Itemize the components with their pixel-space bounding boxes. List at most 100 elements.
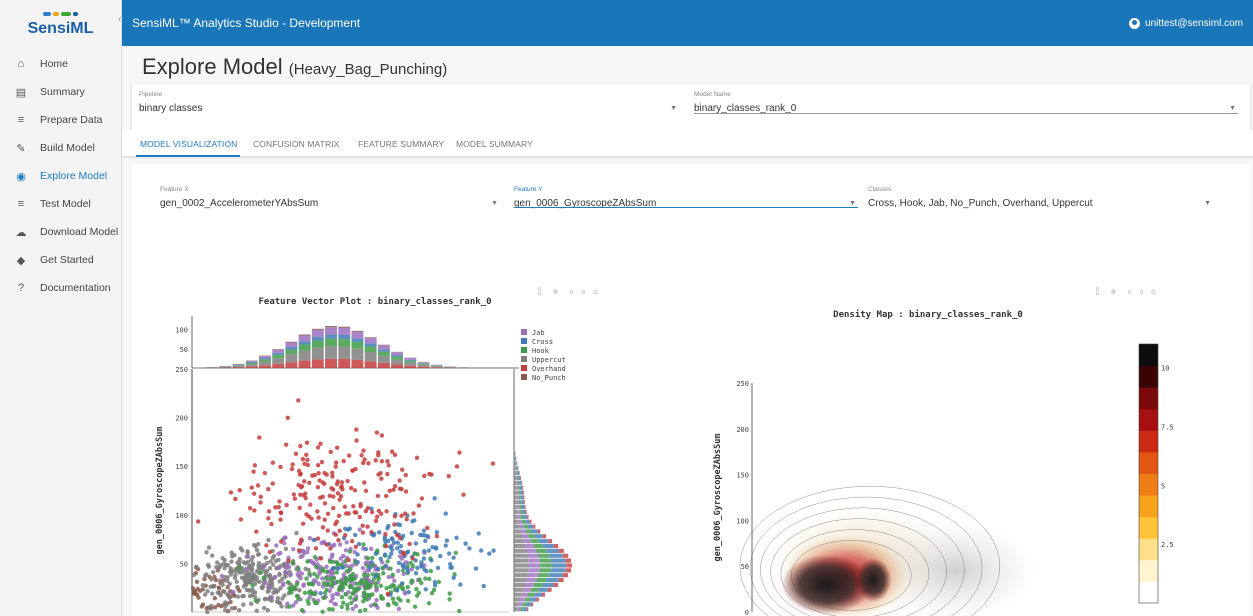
sidebar-item-test-model[interactable]: ≡ Test Model — [0, 190, 121, 218]
legend-label[interactable]: Cross — [532, 338, 553, 346]
side-hist-bar — [516, 500, 519, 505]
tab-confusion-matrix[interactable]: CONFUSION MATRIX — [253, 139, 339, 149]
sidebar-item-summary[interactable]: ▤ Summary — [0, 78, 121, 106]
sidebar-item-prepare-data[interactable]: ≡ Prepare Data — [0, 106, 121, 134]
side-hist-bar — [536, 548, 547, 553]
lasso-icon[interactable]: ▫ — [581, 287, 586, 296]
tab-feature-summary[interactable]: FEATURE SUMMARY — [358, 139, 444, 149]
legend-swatch — [521, 338, 527, 344]
zoom-icon[interactable]: ⊕ — [553, 287, 558, 296]
side-hist-bar — [523, 539, 532, 544]
scatter-point — [389, 449, 395, 454]
legend-label[interactable]: No_Punch — [532, 374, 566, 382]
scatter-point — [379, 476, 384, 481]
side-hist-bar — [562, 573, 569, 578]
top-hist-bar — [417, 363, 430, 364]
scatter-point — [365, 524, 370, 529]
scatter-point — [272, 574, 278, 580]
sensiml-logo[interactable]: SensiML — [0, 0, 121, 46]
box-select-icon[interactable]: ▫ — [1127, 287, 1132, 296]
scatter-point — [328, 449, 333, 455]
scatter-point — [346, 453, 352, 458]
zoom-icon[interactable]: ⊕ — [1111, 287, 1116, 296]
scatter-point — [406, 589, 411, 595]
chevron-down-icon: ▼ — [670, 105, 677, 112]
scatter-point — [299, 607, 305, 613]
top-hist-bar — [259, 355, 271, 359]
side-hist-bar — [516, 495, 519, 500]
colorbar-segment — [1139, 516, 1158, 539]
sidebar-item-home[interactable]: ⌂ Home — [0, 50, 121, 78]
scatter-point — [355, 559, 360, 565]
tab-model-summary[interactable]: MODEL SUMMARY — [456, 139, 533, 149]
top-hist-bar — [391, 352, 404, 356]
box-select-icon[interactable]: ▫ — [569, 287, 574, 296]
scatter-point — [265, 560, 270, 566]
sidebar-item-build-model[interactable]: ✎ Build Model — [0, 134, 121, 162]
scatter-point — [358, 504, 363, 509]
scatter-point — [361, 572, 367, 578]
top-hist-bar — [351, 330, 364, 332]
side-hist-bar — [528, 558, 540, 563]
legend-label[interactable]: Hook — [532, 347, 550, 355]
scatter-point — [443, 543, 448, 548]
scatter-point — [330, 607, 335, 612]
legend-label[interactable]: Uppercut — [532, 356, 566, 364]
scatter-point — [412, 604, 418, 609]
scatter-point — [266, 509, 272, 514]
sidebar-item-download-model[interactable]: ☁ Download Model — [0, 218, 121, 246]
scatter-point — [300, 456, 306, 462]
scatter-point — [208, 584, 213, 589]
scatter-point — [270, 481, 275, 486]
legend-label[interactable]: Jab — [532, 329, 545, 337]
colorbar-tick: 7.5 — [1161, 423, 1174, 431]
sidebar-item-explore-model[interactable]: ◉ Explore Model — [0, 162, 121, 190]
scatter-point — [304, 452, 309, 458]
scatter-point — [322, 590, 328, 596]
camera-icon[interactable]: ⌷ — [1095, 287, 1100, 296]
model-name-underline — [694, 113, 1238, 114]
collapse-sidebar-icon[interactable]: ‹ — [118, 14, 121, 25]
side-hist-bar — [514, 582, 525, 587]
side-hist-bar — [521, 519, 526, 524]
sidebar-item-get-started[interactable]: ◆ Get Started — [0, 246, 121, 274]
scatter-point — [296, 597, 301, 602]
scatter-point — [252, 463, 258, 468]
model-name-select[interactable]: Model Name binary_classes_rank_0 ▼ — [694, 91, 1238, 114]
side-hist-bar — [536, 597, 539, 602]
scatter-point — [420, 532, 425, 538]
scatter-point — [355, 552, 360, 557]
scatter-point — [249, 485, 254, 490]
scatter-point — [461, 492, 466, 497]
side-hist-bar — [514, 505, 517, 510]
side-hist-bar — [521, 480, 523, 485]
side-hist-bar — [547, 587, 552, 592]
top-hist-bar — [232, 363, 245, 365]
reset-icon[interactable]: ⌂ — [593, 287, 598, 296]
scatter-point — [373, 551, 379, 556]
top-hist-bar — [351, 341, 364, 349]
side-hist-bar — [514, 485, 517, 490]
scatter-point — [210, 569, 216, 575]
side-hist-bar — [521, 505, 525, 510]
camera-icon[interactable]: ⌷ — [537, 287, 542, 296]
user-menu[interactable]: unittest@sensiml.com — [1129, 17, 1243, 29]
scatter-point — [258, 500, 263, 505]
lasso-icon[interactable]: ▫ — [1139, 287, 1144, 296]
scatter-point — [348, 595, 353, 600]
tab-model-visualization[interactable]: MODEL VISUALIZATION — [140, 139, 237, 149]
legend-label[interactable]: Overhand — [532, 365, 566, 373]
sidebar-item-documentation[interactable]: ? Documentation — [0, 274, 121, 302]
density-y-tick: 250 — [736, 380, 749, 388]
scatter-point — [292, 496, 298, 501]
side-hist-bar — [538, 573, 550, 578]
pipeline-select[interactable]: Pipeline binary classes ▼ — [139, 91, 679, 114]
reset-icon[interactable]: ⌂ — [1151, 287, 1156, 296]
scatter-point — [346, 557, 351, 563]
top-hist-bar — [311, 336, 324, 341]
scatter-point — [333, 464, 338, 469]
top-hist-bar — [377, 349, 390, 352]
scatter-point — [271, 553, 277, 559]
top-hist-bar — [272, 349, 285, 353]
side-hist-bar — [522, 602, 527, 607]
